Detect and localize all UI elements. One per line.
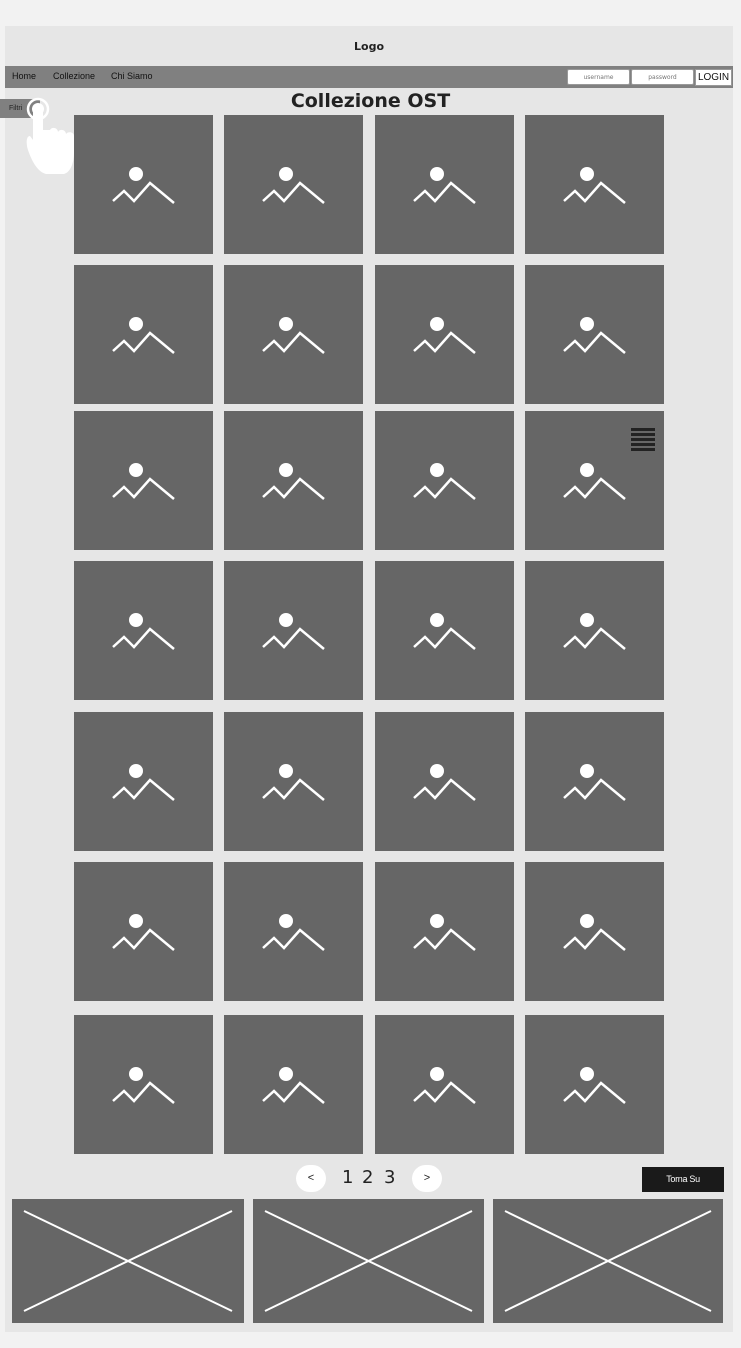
collection-item[interactable] [74,712,213,851]
hand-pointer-icon [26,97,74,174]
collection-item[interactable] [74,115,213,254]
collection-item[interactable] [525,712,664,851]
page-3-link[interactable]: 3 [384,1167,395,1188]
image-placeholder-icon [262,914,325,951]
nav-item-chi-siamo[interactable]: Chi Siamo [111,71,153,81]
image-placeholder-icon [413,914,476,951]
page-2-link[interactable]: 2 [362,1167,373,1188]
placeholder-cross-icon [23,1210,233,1312]
image-placeholder-icon [262,764,325,801]
image-placeholder-icon [413,167,476,204]
image-placeholder-icon [563,764,626,801]
image-placeholder-icon [262,613,325,650]
image-placeholder-icon [112,1067,175,1104]
hamburger-menu-icon[interactable] [631,428,655,452]
image-placeholder-icon [563,613,626,650]
image-placeholder-icon [112,764,175,801]
footer-placeholder [12,1199,244,1323]
image-placeholder-icon [413,613,476,650]
collection-item[interactable] [224,862,363,1001]
collection-item[interactable] [74,265,213,404]
password-field[interactable] [631,69,694,85]
image-placeholder-icon [563,317,626,354]
placeholder-cross-icon [264,1210,473,1312]
nav-item-home[interactable]: Home [12,71,36,81]
collection-item[interactable] [525,1015,664,1154]
footer-placeholder [253,1199,484,1323]
nav-item-collezione[interactable]: Collezione [53,71,95,81]
image-placeholder-icon [262,463,325,500]
collection-item[interactable] [375,561,514,700]
image-placeholder-icon [112,463,175,500]
collection-item[interactable] [525,115,664,254]
image-placeholder-icon [413,463,476,500]
image-placeholder-icon [262,1067,325,1104]
collection-item[interactable] [224,115,363,254]
collection-item[interactable] [525,265,664,404]
image-placeholder-icon [413,1067,476,1104]
next-page-button[interactable]: > [412,1165,442,1192]
collection-item[interactable] [375,1015,514,1154]
collection-item[interactable] [224,1015,363,1154]
logo[interactable]: Logo [5,40,733,53]
image-placeholder-icon [262,317,325,354]
collection-item[interactable] [375,115,514,254]
image-placeholder-icon [112,914,175,951]
collection-item[interactable] [74,411,213,550]
collection-item[interactable] [525,561,664,700]
image-placeholder-icon [413,764,476,801]
back-to-top-button[interactable]: Torna Su [642,1167,724,1192]
collection-item[interactable] [224,712,363,851]
page-title: Collezione OST [290,90,451,112]
collection-item[interactable] [74,561,213,700]
page-1-link[interactable]: 1 [342,1167,353,1188]
image-placeholder-icon [563,167,626,204]
placeholder-cross-icon [504,1210,712,1312]
collection-item[interactable] [525,862,664,1001]
image-placeholder-icon [112,317,175,354]
image-placeholder-icon [112,167,175,204]
image-placeholder-icon [262,167,325,204]
login-button[interactable]: LOGIN [695,69,732,86]
collection-item[interactable] [74,862,213,1001]
prev-page-button[interactable]: < [296,1165,326,1192]
collection-item[interactable] [224,265,363,404]
image-placeholder-icon [563,914,626,951]
collection-item[interactable] [375,411,514,550]
collection-item[interactable] [224,411,363,550]
collection-item[interactable] [74,1015,213,1154]
image-placeholder-icon [112,613,175,650]
collection-item[interactable] [224,561,363,700]
collection-item[interactable] [375,712,514,851]
username-field[interactable] [567,69,630,85]
image-placeholder-icon [413,317,476,354]
image-placeholder-icon [563,463,626,500]
image-placeholder-icon [563,1067,626,1104]
collection-item[interactable] [375,265,514,404]
footer-placeholder [493,1199,723,1323]
collection-item[interactable] [375,862,514,1001]
